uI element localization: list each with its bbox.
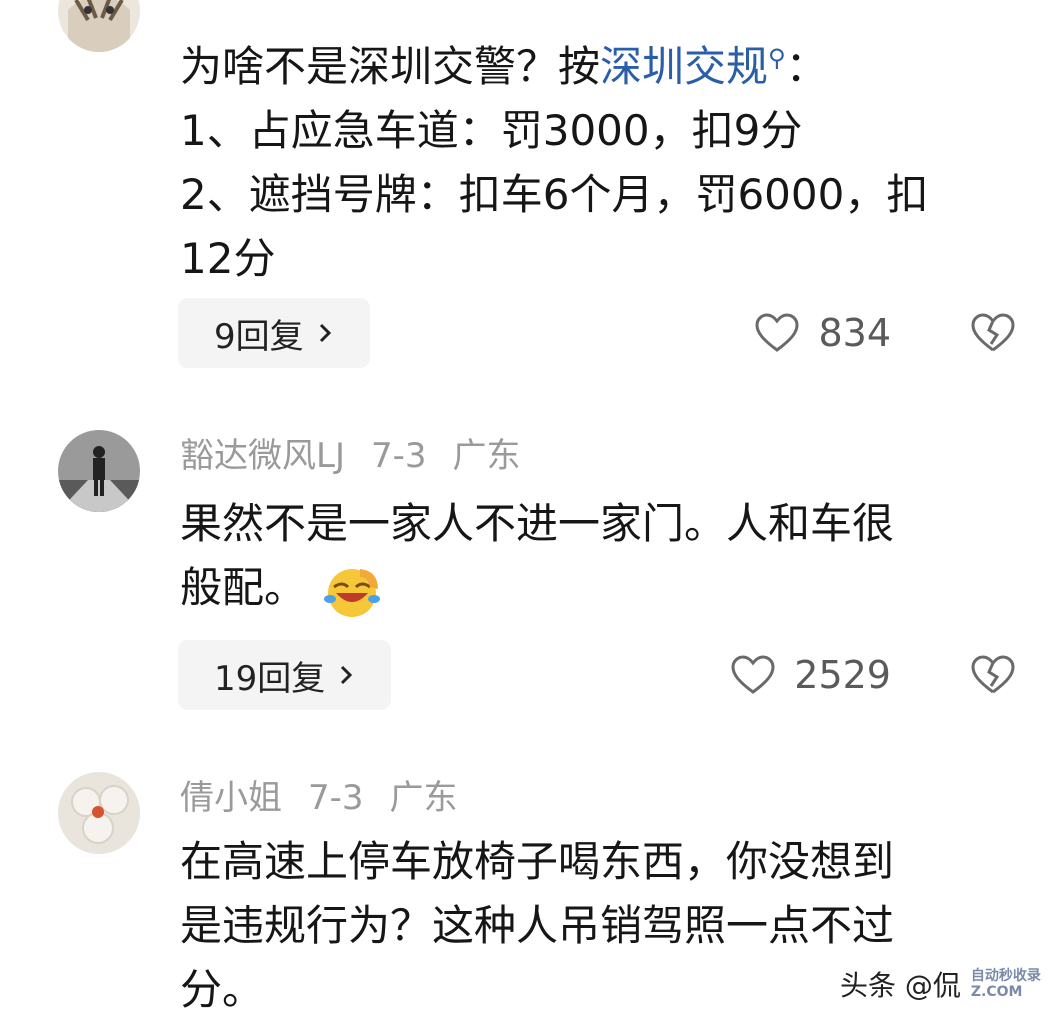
username[interactable]: 豁达微风LJ [180,436,345,476]
like-button[interactable]: 2529 [730,640,891,710]
avatar[interactable] [58,430,140,512]
broken-heart-icon[interactable] [970,652,1016,698]
heart-icon [731,655,775,694]
comment-meta: 豁达微风LJ 7-3 广东 [180,434,547,478]
watermark: 头条 @侃 自动秒收录 Z.COM [840,968,1041,1002]
chevron-right-icon [341,665,353,685]
search-icon: ⚲ [768,44,786,72]
heart-icon [755,313,799,352]
comment-date: 7-3 [370,436,427,476]
view-replies-button[interactable]: 19回复 [178,640,392,710]
laughing-emoji-icon [324,568,381,617]
avatar[interactable] [58,772,140,854]
chevron-right-icon [319,323,331,343]
username[interactable]: 倩小姐 [180,778,282,818]
comment-meta: 倩小姐 7-3 广东 [180,776,484,820]
comment-region: 广东 [389,778,458,818]
comment-date: 7-3 [308,778,364,818]
avatar[interactable] [58,0,140,52]
comment-region: 广东 [452,436,521,476]
topic-link[interactable]: 深圳交规 [600,42,768,91]
comment-text: 果然不是一家人不进一家门。人和车很 般配。 [180,492,1030,620]
watermark-logo: 自动秒收录 Z.COM [970,968,1041,1000]
view-replies-button[interactable]: 9回复 [178,298,370,368]
comment-feed: 为啥不是深圳交警？按深圳交规⚲： 1、占应急车道：罚3000，扣9分 2、遮挡号… [0,0,1063,1021]
like-button[interactable]: 834 [754,298,891,368]
comment-text: 为啥不是深圳交警？按深圳交规⚲： 1、占应急车道：罚3000，扣9分 2、遮挡号… [180,42,929,283]
broken-heart-icon[interactable] [970,310,1016,356]
